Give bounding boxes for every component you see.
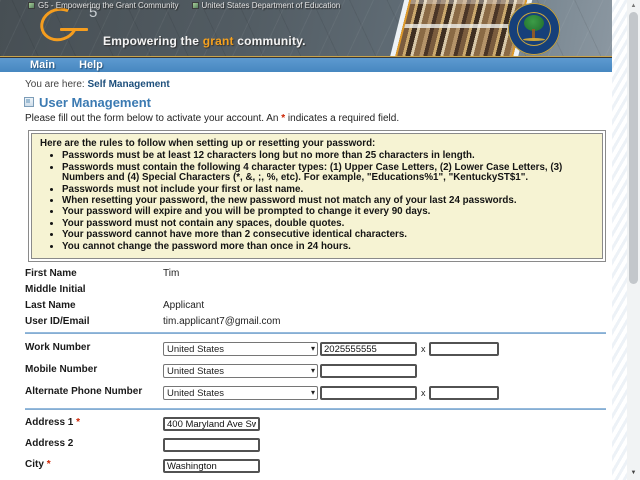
address1-row: Address 1 * xyxy=(0,417,612,431)
page-title: User Management xyxy=(39,95,151,110)
banner-tagline: Empowering the grant community. xyxy=(103,34,306,48)
user-id-label: User ID/Email xyxy=(25,316,163,327)
tagline-pre: Empowering the xyxy=(103,34,203,48)
instruction-text: Please fill out the form below to activa… xyxy=(25,113,612,125)
city-label-text: City xyxy=(25,459,44,470)
tab-us-dept-education[interactable]: United States Department of Education xyxy=(192,1,341,10)
password-rules-list: Passwords must be at least 12 characters… xyxy=(62,151,594,252)
mobile-number-input[interactable] xyxy=(320,364,417,378)
g5-logo-icon xyxy=(60,28,88,31)
alternate-country-select-wrap: United States ▾ xyxy=(163,386,318,400)
alternate-number-label: Alternate Phone Number xyxy=(25,386,163,397)
page-icon xyxy=(28,2,35,9)
nav-item-main[interactable]: Main xyxy=(30,58,55,72)
address1-input[interactable] xyxy=(163,417,260,431)
password-rules-title: Here are the rules to follow when settin… xyxy=(40,139,594,149)
vertical-scrollbar[interactable]: ▲ ▼ xyxy=(627,0,640,480)
page-gutter xyxy=(612,0,627,480)
window-tab-strip: G5 - Empowering the Grant Community Unit… xyxy=(28,1,340,10)
tagline-post: community. xyxy=(234,34,306,48)
city-row: City * xyxy=(0,459,612,473)
section-icon xyxy=(24,97,34,107)
required-star: * xyxy=(76,417,80,428)
section-divider xyxy=(25,408,606,410)
work-extension-input[interactable] xyxy=(429,342,499,356)
alternate-number-row: Alternate Phone Number United States ▾ x xyxy=(0,386,612,400)
tab-label: United States Department of Education xyxy=(202,1,341,10)
password-rule: Passwords must not include your first or… xyxy=(62,185,594,195)
scroll-down-icon[interactable]: ▼ xyxy=(627,469,640,477)
alternate-extension-input[interactable] xyxy=(429,386,499,400)
password-rule: Your password cannot have more than 2 co… xyxy=(62,230,594,240)
first-name-label: First Name xyxy=(25,268,163,279)
scroll-up-icon[interactable]: ▲ xyxy=(627,2,640,10)
password-rules-box: Here are the rules to follow when settin… xyxy=(28,130,606,262)
breadcrumb-prefix: You are here: xyxy=(25,79,85,90)
first-name-row: First Name Tim xyxy=(0,268,612,281)
work-number-input[interactable] xyxy=(320,342,417,356)
address2-row: Address 2 xyxy=(0,438,612,452)
address1-label-text: Address 1 xyxy=(25,417,73,428)
page-icon xyxy=(192,2,199,9)
breadcrumb-link-self-management[interactable]: Self Management xyxy=(87,79,169,90)
last-name-label: Last Name xyxy=(25,300,163,311)
password-rule: Passwords must contain the following 4 c… xyxy=(62,163,594,184)
password-rules-inner: Here are the rules to follow when settin… xyxy=(31,133,603,259)
extension-separator: x xyxy=(421,344,426,354)
tab-g5-community[interactable]: G5 - Empowering the Grant Community xyxy=(28,1,179,10)
phone-section: Work Number United States ▾ x Mobile Num… xyxy=(0,342,612,400)
main-column: G5 - Empowering the Grant Community Unit… xyxy=(0,0,612,480)
alternate-country-select[interactable]: United States xyxy=(163,386,318,400)
first-name-value: Tim xyxy=(163,268,179,279)
instruction-pre: Please fill out the form below to activa… xyxy=(25,113,281,124)
user-id-value: tim.applicant7@gmail.com xyxy=(163,316,280,327)
address1-label: Address 1 * xyxy=(25,417,163,428)
nav-item-help[interactable]: Help xyxy=(79,58,103,72)
middle-initial-label: Middle Initial xyxy=(25,284,163,295)
work-country-select-wrap: United States ▾ xyxy=(163,342,318,356)
profile-section: First Name Tim Middle Initial Last Name … xyxy=(0,268,612,329)
address2-label-text: Address 2 xyxy=(25,438,73,449)
section-divider xyxy=(25,332,606,334)
address2-input[interactable] xyxy=(163,438,260,452)
us-department-of-education-seal-icon xyxy=(508,3,560,55)
mobile-number-label: Mobile Number xyxy=(25,364,163,375)
last-name-value: Applicant xyxy=(163,300,204,311)
main-navbar: Main Help xyxy=(0,57,612,72)
banner: G5 - Empowering the Grant Community Unit… xyxy=(0,0,612,57)
tagline-accent: grant xyxy=(203,34,234,48)
mobile-number-row: Mobile Number United States ▾ xyxy=(0,364,612,378)
password-rule: When resetting your password, the new pa… xyxy=(62,196,594,206)
work-number-label: Work Number xyxy=(25,342,163,353)
required-star: * xyxy=(47,459,51,470)
address2-label: Address 2 xyxy=(25,438,163,449)
password-rule: Your password will expire and you will b… xyxy=(62,207,594,217)
password-rule: Passwords must be at least 12 characters… xyxy=(62,151,594,161)
city-label: City * xyxy=(25,459,163,470)
mobile-country-select-wrap: United States ▾ xyxy=(163,364,318,378)
middle-initial-row: Middle Initial xyxy=(0,284,612,297)
address-section: Address 1 * Address 2 City * xyxy=(0,417,612,480)
alternate-number-input[interactable] xyxy=(320,386,417,400)
last-name-row: Last Name Applicant xyxy=(0,300,612,313)
password-rule: Your password must not contain any space… xyxy=(62,219,594,229)
g5-user-management-page: G5 - Empowering the Grant Community Unit… xyxy=(0,0,640,480)
page-title-row: User Management xyxy=(24,95,612,109)
seal-ground xyxy=(523,38,545,41)
instruction-post: indicates a required field. xyxy=(285,113,399,124)
user-id-row: User ID/Email tim.applicant7@gmail.com xyxy=(0,316,612,329)
mobile-country-select[interactable]: United States xyxy=(163,364,318,378)
work-country-select[interactable]: United States xyxy=(163,342,318,356)
extension-separator: x xyxy=(421,388,426,398)
password-rule: You cannot change the password more than… xyxy=(62,242,594,252)
scrollbar-thumb[interactable] xyxy=(629,12,638,284)
work-number-row: Work Number United States ▾ x xyxy=(0,342,612,356)
city-input[interactable] xyxy=(163,459,260,473)
breadcrumb: You are here: Self Management xyxy=(25,79,612,90)
tab-label: G5 - Empowering the Grant Community xyxy=(38,1,179,10)
